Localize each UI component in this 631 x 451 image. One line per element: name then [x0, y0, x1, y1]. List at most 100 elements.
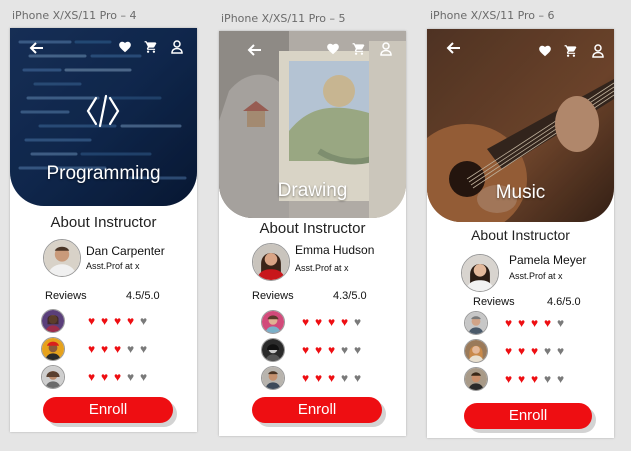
- category-title: Programming: [46, 163, 161, 184]
- review-row: ♥ ♥ ♥ ♥ ♥: [261, 310, 401, 336]
- heart-filled-icon: ♥: [517, 344, 526, 358]
- heart-filled-icon: ♥: [100, 342, 109, 356]
- heart-icon[interactable]: [538, 44, 552, 61]
- reviewer-avatar: [464, 339, 488, 363]
- back-arrow-icon[interactable]: [445, 40, 461, 59]
- reviews-score: 4.6/5.0: [547, 296, 581, 308]
- heart-empty-icon: ♥: [556, 344, 565, 358]
- reviews-score: 4.5/5.0: [126, 290, 160, 302]
- rating-hearts: ♥ ♥ ♥ ♥ ♥: [299, 315, 364, 329]
- heart-filled-icon: ♥: [87, 370, 96, 384]
- heart-filled-icon: ♥: [327, 343, 336, 357]
- heart-empty-icon: ♥: [556, 372, 565, 386]
- heart-filled-icon: ♥: [314, 371, 323, 385]
- instructor-avatar[interactable]: [43, 239, 81, 277]
- reviews-label: Reviews: [45, 290, 87, 302]
- heart-filled-icon: ♥: [301, 343, 310, 357]
- review-row: ♥ ♥ ♥ ♥ ♥: [464, 367, 609, 393]
- heart-filled-icon: ♥: [327, 371, 336, 385]
- reviewer-avatar: [41, 309, 65, 333]
- heart-empty-icon: ♥: [139, 314, 148, 328]
- reviewer-avatar: [41, 337, 65, 361]
- instructor-name: Emma Hudson: [295, 243, 375, 257]
- reviewer-avatar: [464, 367, 488, 391]
- heart-filled-icon: ♥: [126, 314, 135, 328]
- heart-empty-icon: ♥: [340, 343, 349, 357]
- heart-filled-icon: ♥: [543, 316, 552, 330]
- heart-empty-icon: ♥: [139, 370, 148, 384]
- heart-filled-icon: ♥: [517, 372, 526, 386]
- heart-filled-icon: ♥: [87, 314, 96, 328]
- heart-filled-icon: ♥: [530, 344, 539, 358]
- instructor-title: Asst.Prof at x: [86, 261, 140, 271]
- cart-icon[interactable]: [564, 44, 578, 61]
- instructor-title: Asst.Prof at x: [295, 263, 349, 273]
- instructor-name: Pamela Meyer: [509, 253, 587, 267]
- heart-empty-icon: ♥: [556, 316, 565, 330]
- heart-filled-icon: ♥: [504, 344, 513, 358]
- heart-filled-icon: ♥: [314, 315, 323, 329]
- heart-filled-icon: ♥: [113, 342, 122, 356]
- heart-icon[interactable]: [326, 42, 340, 59]
- review-row: ♥ ♥ ♥ ♥ ♥: [261, 338, 401, 364]
- screen-programming: Programming About Instructor Dan Carpent…: [10, 28, 197, 432]
- review-row: ♥ ♥ ♥ ♥ ♥: [41, 365, 191, 391]
- heart-filled-icon: ♥: [504, 372, 513, 386]
- user-icon[interactable]: [380, 42, 392, 59]
- hero-banner: Music: [427, 29, 614, 222]
- frame-label-4: iPhone X/XS/11 Pro – 4: [12, 9, 137, 22]
- enroll-button[interactable]: Enroll: [43, 397, 173, 423]
- rating-hearts: ♥ ♥ ♥ ♥ ♥: [85, 370, 150, 384]
- heart-filled-icon: ♥: [530, 372, 539, 386]
- reviews-score: 4.3/5.0: [333, 290, 367, 302]
- rating-hearts: ♥ ♥ ♥ ♥ ♥: [299, 343, 364, 357]
- review-row: ♥ ♥ ♥ ♥ ♥: [464, 339, 609, 365]
- heart-filled-icon: ♥: [113, 370, 122, 384]
- rating-hearts: ♥ ♥ ♥ ♥ ♥: [502, 344, 567, 358]
- instructor-avatar[interactable]: [461, 254, 499, 292]
- reviewer-avatar: [261, 310, 285, 334]
- rating-hearts: ♥ ♥ ♥ ♥ ♥: [502, 316, 567, 330]
- cart-icon[interactable]: [144, 40, 158, 57]
- cart-icon[interactable]: [352, 42, 366, 59]
- heart-empty-icon: ♥: [340, 371, 349, 385]
- enroll-button[interactable]: Enroll: [252, 397, 382, 423]
- instructor-title: Asst.Prof at x: [509, 271, 563, 281]
- frame-label-6: iPhone X/XS/11 Pro – 6: [430, 9, 555, 22]
- enroll-button[interactable]: Enroll: [464, 403, 592, 429]
- about-instructor-heading: About Instructor: [50, 214, 157, 231]
- heart-filled-icon: ♥: [100, 370, 109, 384]
- back-arrow-icon[interactable]: [246, 42, 262, 61]
- rating-hearts: ♥ ♥ ♥ ♥ ♥: [299, 371, 364, 385]
- rating-hearts: ♥ ♥ ♥ ♥ ♥: [85, 342, 150, 356]
- heart-empty-icon: ♥: [543, 372, 552, 386]
- heart-icon[interactable]: [118, 40, 132, 57]
- heart-empty-icon: ♥: [139, 342, 148, 356]
- rating-hearts: ♥ ♥ ♥ ♥ ♥: [85, 314, 150, 328]
- about-instructor-heading: About Instructor: [259, 220, 366, 237]
- instructor-avatar[interactable]: [252, 243, 290, 281]
- back-arrow-icon[interactable]: [28, 40, 44, 59]
- screen-drawing: Drawing About Instructor Emma Hudson Ass…: [219, 31, 406, 436]
- heart-empty-icon: ♥: [126, 342, 135, 356]
- heart-empty-icon: ♥: [543, 344, 552, 358]
- hero-banner: Programming: [10, 28, 197, 206]
- rating-hearts: ♥ ♥ ♥ ♥ ♥: [502, 372, 567, 386]
- heart-filled-icon: ♥: [504, 316, 513, 330]
- review-row: ♥ ♥ ♥ ♥ ♥: [261, 366, 401, 392]
- heart-empty-icon: ♥: [353, 371, 362, 385]
- heart-filled-icon: ♥: [100, 314, 109, 328]
- heart-filled-icon: ♥: [327, 315, 336, 329]
- frame-label-5: iPhone X/XS/11 Pro – 5: [221, 12, 346, 25]
- heart-filled-icon: ♥: [113, 314, 122, 328]
- user-icon[interactable]: [592, 44, 604, 61]
- reviewer-avatar: [41, 365, 65, 389]
- screen-music: Music About Instructor Pamela Meyer Asst…: [427, 29, 614, 438]
- heart-filled-icon: ♥: [530, 316, 539, 330]
- heart-filled-icon: ♥: [301, 371, 310, 385]
- reviews-label: Reviews: [252, 290, 294, 302]
- heart-filled-icon: ♥: [517, 316, 526, 330]
- code-icon: [86, 92, 120, 133]
- heart-empty-icon: ♥: [353, 343, 362, 357]
- user-icon[interactable]: [171, 40, 183, 57]
